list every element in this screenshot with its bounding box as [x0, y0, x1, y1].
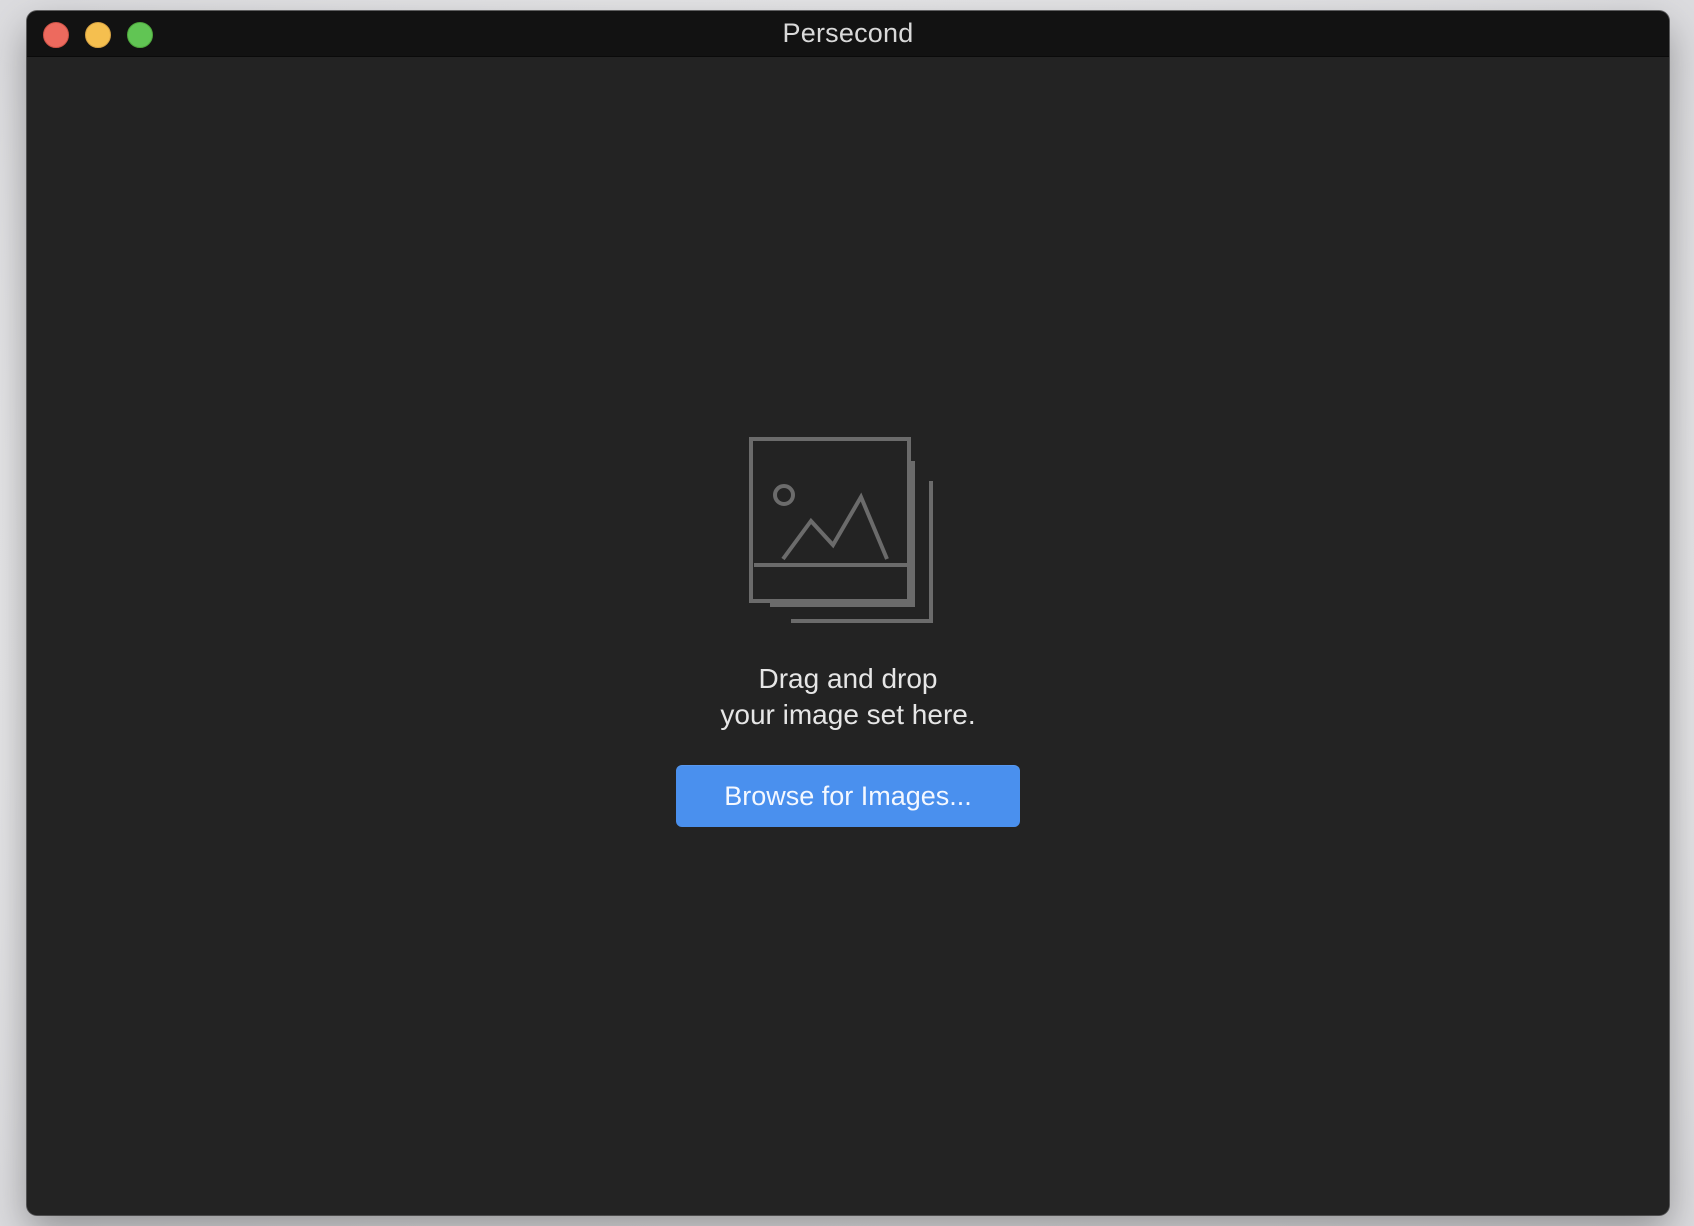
- window-title: Persecond: [782, 18, 914, 48]
- drop-instructions-line2: your image set here.: [720, 699, 976, 730]
- title-bar[interactable]: Persecond: [27, 11, 1669, 57]
- drop-area[interactable]: Drag and drop your image set here. Brows…: [27, 57, 1669, 1215]
- image-stack-icon: [749, 437, 933, 623]
- browse-for-images-button[interactable]: Browse for Images...: [676, 765, 1020, 827]
- app-window: Persecond Drag and drop your image set h…: [27, 11, 1669, 1215]
- drop-instructions-line1: Drag and drop: [758, 663, 938, 694]
- desktop: Persecond Drag and drop your image set h…: [0, 0, 1694, 1226]
- drop-zone: Drag and drop your image set here. Brows…: [27, 437, 1669, 827]
- drop-instructions: Drag and drop your image set here.: [720, 661, 975, 733]
